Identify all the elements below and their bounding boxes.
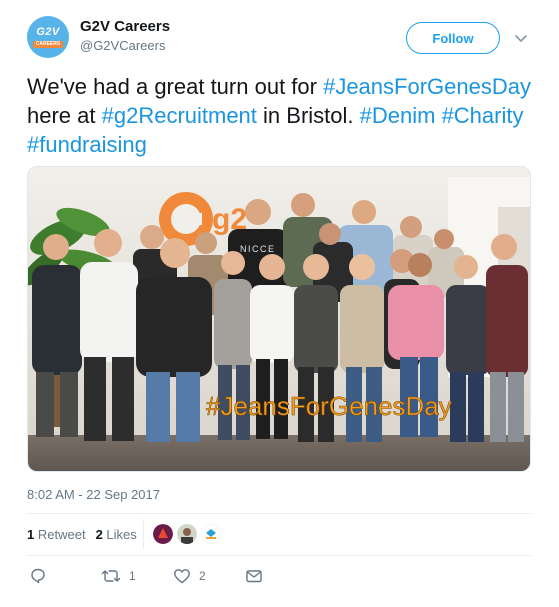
tweet-text-segment: We've had a great turn out for bbox=[27, 74, 324, 99]
retweet-stat[interactable]: 1 Retweet bbox=[27, 527, 86, 542]
likes-stat[interactable]: 2 Likes bbox=[96, 527, 137, 542]
reply-icon bbox=[31, 568, 45, 584]
tweet-photo[interactable]: g2 NICCE #JeansForGenesDay bbox=[27, 166, 531, 472]
hashtag-link[interactable]: #Denim bbox=[360, 103, 436, 128]
retweet-stat-count: 1 bbox=[27, 527, 35, 542]
reply-button[interactable] bbox=[29, 567, 47, 585]
hashtag-link[interactable]: #fundraising bbox=[27, 132, 147, 157]
liker-avatar[interactable] bbox=[177, 524, 197, 544]
tweet-text-segment: in Bristol. bbox=[256, 103, 360, 128]
likes-stat-label: Likes bbox=[106, 527, 137, 542]
shirt-text: NICCE bbox=[240, 244, 276, 254]
liker-avatar[interactable] bbox=[153, 524, 173, 544]
divider bbox=[27, 555, 531, 556]
heart-icon bbox=[174, 569, 190, 584]
retweet-button[interactable]: 1 bbox=[101, 567, 136, 585]
follow-button[interactable]: Follow bbox=[406, 22, 500, 54]
divider bbox=[27, 513, 531, 514]
author-display-name[interactable]: G2V Careers bbox=[80, 18, 170, 35]
divider bbox=[143, 519, 144, 549]
likes-stat-count: 2 bbox=[95, 527, 103, 542]
hashtag-link[interactable]: #g2Recruitment bbox=[102, 103, 257, 128]
photo-illustration: g2 NICCE #JeansForGenesDay bbox=[28, 167, 530, 471]
direct-message-button[interactable] bbox=[245, 567, 263, 585]
avatar[interactable]: G2V CAREERS bbox=[27, 16, 69, 58]
avatar-logo-ribbon: CAREERS bbox=[33, 41, 63, 48]
author-handle[interactable]: @G2VCareers bbox=[80, 38, 165, 53]
tweet-text-segment: here at bbox=[27, 103, 102, 128]
tweet-text: We've had a great turn out for #JeansFor… bbox=[27, 72, 537, 159]
hashtag-link[interactable]: #Charity bbox=[442, 103, 524, 128]
tweet-actions: 1 2 bbox=[27, 567, 287, 589]
envelope-icon bbox=[246, 570, 262, 583]
likers-avatars bbox=[153, 524, 221, 544]
engagement-stats: 1 Retweet 2 Likes bbox=[27, 527, 137, 542]
tweet-timestamp[interactable]: 8:02 AM - 22 Sep 2017 bbox=[27, 487, 160, 502]
retweet-icon bbox=[101, 570, 121, 582]
hashtag-link[interactable]: #JeansForGenesDay bbox=[323, 74, 531, 99]
retweet-stat-label: Retweet bbox=[37, 527, 86, 542]
retweet-count: 1 bbox=[129, 569, 136, 583]
like-button[interactable]: 2 bbox=[173, 567, 206, 585]
chevron-down-icon[interactable] bbox=[513, 30, 529, 46]
avatar-logo-text: G2V bbox=[36, 26, 60, 38]
liker-avatar[interactable] bbox=[201, 524, 221, 544]
photo-overlay-text: #JeansForGenesDay bbox=[206, 391, 452, 421]
like-count: 2 bbox=[199, 569, 206, 583]
